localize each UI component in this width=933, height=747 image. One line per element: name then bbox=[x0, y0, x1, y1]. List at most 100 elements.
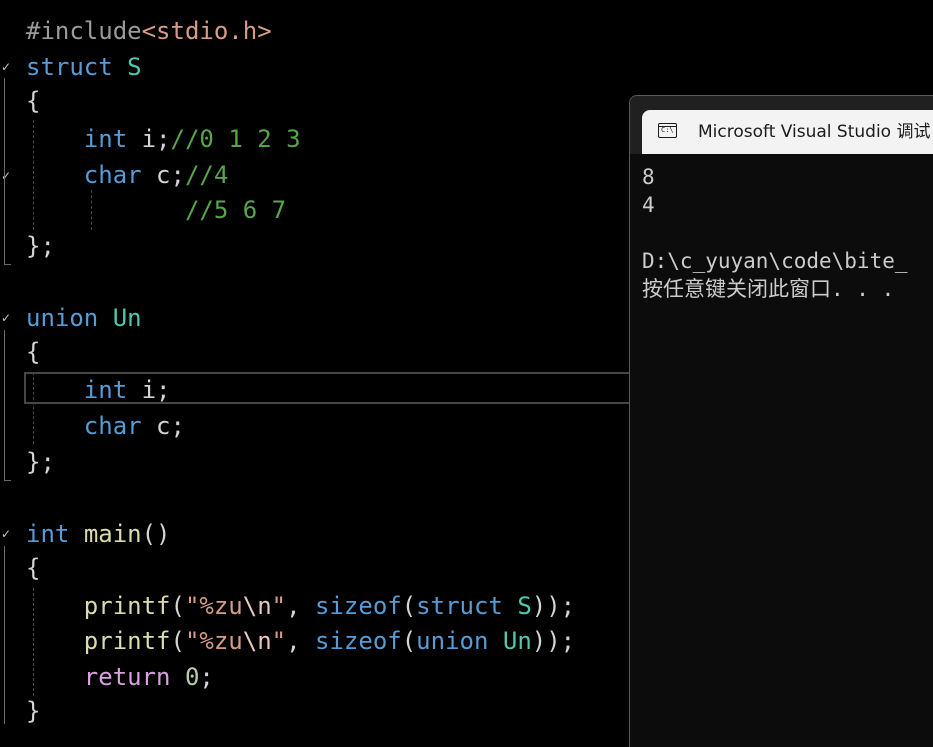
code-token: union bbox=[26, 304, 99, 332]
code-token: //5 6 7 bbox=[184, 196, 287, 224]
union-block-guide bbox=[4, 330, 11, 481]
code-token: 0 bbox=[184, 663, 200, 691]
code-token: ( bbox=[401, 592, 417, 620]
code-token: sizeof bbox=[315, 627, 402, 655]
code-token: Un bbox=[112, 304, 142, 332]
code-token: struct bbox=[26, 53, 113, 81]
code-token: int bbox=[26, 520, 70, 548]
code-token: )); bbox=[531, 627, 576, 655]
code-token: i; bbox=[127, 125, 171, 153]
code-line[interactable]: } bbox=[26, 694, 40, 728]
code-line[interactable]: //5 6 7 bbox=[26, 193, 286, 227]
code-token: c; bbox=[141, 161, 185, 189]
code-token: sizeof bbox=[315, 592, 402, 620]
code-token: ( bbox=[401, 627, 417, 655]
code-token: ( bbox=[170, 627, 185, 655]
code-token: \n bbox=[242, 592, 272, 620]
code-line[interactable]: printf("%zu\n", sizeof(union Un)); bbox=[26, 624, 575, 658]
code-token: ; bbox=[199, 663, 214, 691]
code-token: { bbox=[26, 87, 41, 115]
struct-block-guide bbox=[4, 78, 11, 265]
code-token: //4 bbox=[184, 161, 229, 189]
code-line[interactable]: { bbox=[26, 551, 40, 585]
code-token: i; bbox=[127, 376, 171, 404]
code-line[interactable]: struct S bbox=[26, 50, 142, 84]
code-token: printf bbox=[83, 627, 171, 655]
code-token: printf bbox=[83, 592, 171, 620]
code-token: char bbox=[83, 412, 142, 440]
code-token: S bbox=[517, 592, 532, 620]
code-token: //0 1 2 3 bbox=[170, 125, 301, 153]
code-token: int bbox=[83, 376, 128, 404]
code-token: , bbox=[286, 592, 316, 620]
code-token: " bbox=[271, 627, 287, 655]
code-token: } bbox=[26, 697, 41, 725]
code-token: { bbox=[26, 554, 41, 582]
code-token: Un bbox=[502, 627, 532, 655]
code-token: c; bbox=[141, 412, 185, 440]
code-line[interactable]: char c;//4 bbox=[26, 158, 229, 192]
console-title: Microsoft Visual Studio 调试 bbox=[698, 122, 931, 142]
code-line[interactable]: int main() bbox=[26, 517, 171, 551]
code-token: <stdio.h> bbox=[141, 17, 272, 45]
main-block-guide bbox=[4, 546, 11, 724]
code-token: { bbox=[26, 338, 41, 366]
code-token: ( bbox=[170, 592, 185, 620]
code-token: struct bbox=[416, 592, 503, 620]
console-output-line: 按任意键关闭此窗口. . . bbox=[642, 277, 895, 301]
code-token: #include bbox=[26, 17, 142, 45]
fold-struct-icon[interactable]: ✓ bbox=[1, 61, 13, 73]
console-output[interactable]: 8 4 D:\c_yuyan\code\bite_ 按任意键关闭此窗口. . . bbox=[630, 154, 933, 747]
code-line[interactable]: return 0; bbox=[26, 660, 214, 694]
code-line[interactable]: }; bbox=[26, 229, 55, 263]
code-line[interactable]: char c; bbox=[26, 409, 185, 443]
code-line[interactable]: #include<stdio.h> bbox=[26, 14, 272, 48]
code-token: }; bbox=[26, 232, 55, 260]
code-token: () bbox=[141, 520, 171, 548]
fold-union-icon[interactable]: ✓ bbox=[1, 312, 13, 324]
code-token: )); bbox=[531, 592, 576, 620]
console-output-line: 4 bbox=[642, 193, 655, 217]
code-token: return bbox=[83, 663, 171, 691]
terminal-icon: C:\ bbox=[658, 123, 677, 138]
debug-console-window[interactable]: C:\ Microsoft Visual Studio 调试 8 4 D:\c_… bbox=[629, 95, 933, 747]
code-token: , bbox=[286, 627, 316, 655]
code-line[interactable]: }; bbox=[26, 445, 55, 479]
code-token: char bbox=[83, 161, 142, 189]
code-token: \n bbox=[242, 627, 272, 655]
console-tab[interactable]: C:\ Microsoft Visual Studio 调试 bbox=[642, 110, 933, 154]
console-titlebar[interactable]: C:\ Microsoft Visual Studio 调试 bbox=[630, 96, 933, 154]
fold-main-icon[interactable]: ✓ bbox=[1, 528, 13, 540]
console-output-line: D:\c_yuyan\code\bite_ bbox=[642, 249, 908, 273]
screen: ✓ ✓ ✓ ✓ #include<stdio.h> struct S { int… bbox=[0, 0, 933, 747]
code-line[interactable]: int i; bbox=[26, 373, 171, 407]
console-output-line: 8 bbox=[642, 165, 655, 189]
code-token: S bbox=[127, 53, 142, 81]
code-line[interactable]: printf("%zu\n", sizeof(struct S)); bbox=[26, 589, 575, 623]
code-token: " bbox=[271, 592, 287, 620]
code-token: "%zu bbox=[184, 627, 243, 655]
code-token: main bbox=[83, 520, 142, 548]
code-token: int bbox=[83, 125, 128, 153]
code-token: "%zu bbox=[184, 592, 243, 620]
code-token: union bbox=[416, 627, 489, 655]
code-line[interactable]: union Un bbox=[26, 301, 142, 335]
code-line[interactable]: int i;//0 1 2 3 bbox=[26, 122, 301, 156]
code-token: }; bbox=[26, 448, 55, 476]
code-line[interactable]: { bbox=[26, 335, 40, 369]
code-line[interactable]: { bbox=[26, 84, 40, 118]
